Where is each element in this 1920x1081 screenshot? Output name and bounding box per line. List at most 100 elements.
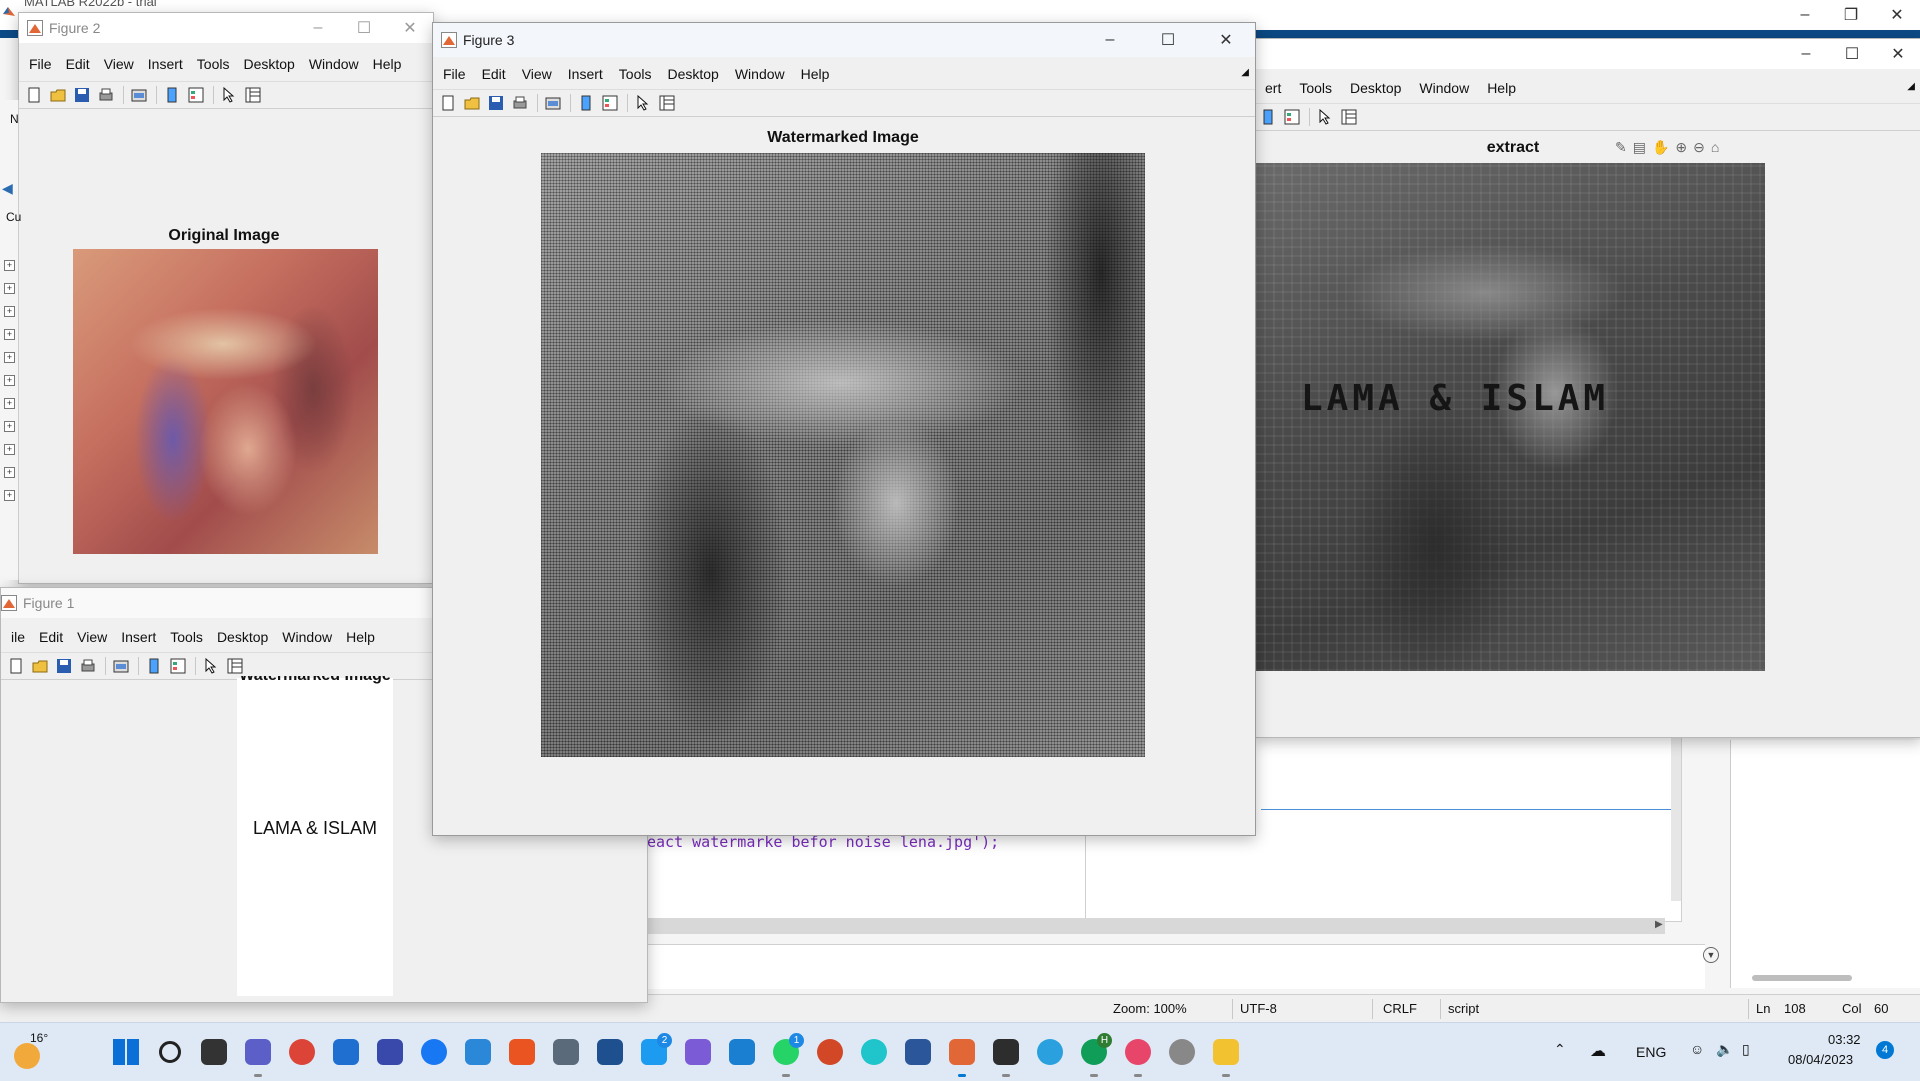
edit-pointer-icon[interactable] — [220, 86, 238, 104]
menu-item-edit[interactable]: Edit — [66, 56, 90, 72]
weather-widget[interactable]: 16° — [10, 1031, 54, 1071]
taskbar-matlab-web-icon[interactable] — [368, 1033, 412, 1071]
taskbar-terminal-icon[interactable] — [984, 1033, 1028, 1077]
close-icon[interactable]: ✕ — [1875, 39, 1920, 69]
taskbar-vscode-icon[interactable] — [720, 1033, 764, 1071]
menu-item-ert[interactable]: ert — [1265, 80, 1281, 96]
menu-item-tools[interactable]: Tools — [197, 56, 230, 72]
tree-expand-icon[interactable]: + — [4, 306, 15, 317]
menu-item-help[interactable]: Help — [373, 56, 402, 72]
menu-item-window[interactable]: Window — [735, 66, 785, 82]
edit-pointer-icon[interactable] — [634, 94, 652, 112]
legend-icon[interactable] — [169, 657, 187, 675]
zoom-out-icon[interactable]: ⊖ — [1693, 139, 1705, 156]
volume-icon[interactable]: 🔈 — [1716, 1041, 1733, 1058]
taskbar-task-view-icon[interactable] — [192, 1033, 236, 1071]
pan-hand-icon[interactable]: ✋ — [1652, 139, 1669, 156]
menu-item-view[interactable]: View — [104, 56, 134, 72]
minimize-icon[interactable]: – — [1081, 23, 1139, 57]
new-figure-icon[interactable] — [7, 657, 25, 675]
taskbar-word-icon[interactable] — [896, 1033, 940, 1071]
colorbar-icon[interactable] — [163, 86, 181, 104]
property-inspector-icon[interactable] — [226, 657, 244, 675]
menu-item-help[interactable]: Help — [1487, 80, 1516, 96]
tree-expand-icon[interactable]: + — [4, 490, 15, 501]
print-icon[interactable] — [511, 94, 529, 112]
save-icon[interactable] — [73, 86, 91, 104]
maximize-icon[interactable]: ☐ — [1139, 23, 1197, 57]
taskbar-file-explorer-icon[interactable] — [1204, 1033, 1248, 1077]
wifi-icon[interactable]: ☺ — [1690, 1041, 1704, 1057]
brush-icon[interactable]: ✎ — [1615, 139, 1627, 156]
tree-expand-icon[interactable]: + — [4, 283, 15, 294]
minimize-icon[interactable]: – — [1782, 0, 1828, 30]
taskbar-chrome-icon[interactable] — [280, 1033, 324, 1071]
tree-expand-icon[interactable]: + — [4, 467, 15, 478]
menu-item-insert[interactable]: Insert — [121, 629, 156, 645]
save-icon[interactable] — [487, 94, 505, 112]
legend-icon[interactable] — [187, 86, 205, 104]
minimize-icon[interactable]: – — [1783, 39, 1829, 69]
taskbar-chrome-profile-icon[interactable]: H — [1072, 1033, 1116, 1077]
command-window[interactable] — [645, 944, 1705, 989]
language-indicator[interactable]: ENG — [1636, 1044, 1666, 1060]
taskbar-bubbles-icon[interactable] — [1160, 1033, 1204, 1071]
taskbar-ubuntu-icon[interactable] — [500, 1033, 544, 1071]
taskbar-canva-icon[interactable] — [852, 1033, 896, 1071]
maximize-icon[interactable]: ☐ — [1829, 39, 1875, 69]
close-icon[interactable]: ✕ — [387, 13, 433, 43]
legend-icon[interactable] — [601, 94, 619, 112]
menu-item-window[interactable]: Window — [1419, 80, 1469, 96]
taskbar-store-icon[interactable] — [324, 1033, 368, 1071]
new-figure-icon[interactable] — [25, 86, 43, 104]
link-plot-icon[interactable] — [112, 657, 130, 675]
menu-item-file[interactable]: File — [443, 66, 466, 82]
tree-expand-icon[interactable]: + — [4, 260, 15, 271]
taskbar-telegram-icon[interactable] — [1028, 1033, 1072, 1071]
close-icon[interactable]: ✕ — [1197, 23, 1255, 57]
onedrive-icon[interactable]: ☁ — [1590, 1041, 1606, 1061]
menu-item-help[interactable]: Help — [346, 629, 375, 645]
workspace-scrollbar[interactable] — [1752, 975, 1852, 981]
menu-item-tools[interactable]: Tools — [1299, 80, 1332, 96]
menu-item-tools[interactable]: Tools — [619, 66, 652, 82]
menu-item-window[interactable]: Window — [309, 56, 359, 72]
taskbar-game-icon[interactable] — [1116, 1033, 1160, 1077]
tree-expand-icon[interactable]: + — [4, 444, 15, 455]
menu-item-ile[interactable]: ile — [11, 629, 25, 645]
zoom-in-icon[interactable]: ⊕ — [1675, 139, 1687, 156]
restore-icon[interactable]: ❐ — [1828, 0, 1874, 30]
menu-item-edit[interactable]: Edit — [482, 66, 506, 82]
taskbar-matlab-icon[interactable] — [940, 1033, 984, 1077]
taskbar-visual-studio-icon[interactable] — [676, 1033, 720, 1071]
link-plot-icon[interactable] — [544, 94, 562, 112]
maximize-icon[interactable]: ☐ — [341, 13, 387, 43]
taskbar-cube-icon[interactable] — [544, 1033, 588, 1071]
menu-item-help[interactable]: Help — [801, 66, 830, 82]
battery-icon[interactable]: ▯ — [1742, 1041, 1750, 1058]
tree-expand-icon[interactable]: + — [4, 329, 15, 340]
menu-item-desktop[interactable]: Desktop — [217, 629, 268, 645]
scroll-right-icon[interactable]: ▶ — [1655, 919, 1663, 930]
menu-item-desktop[interactable]: Desktop — [1350, 80, 1401, 96]
menubar-overflow-icon[interactable]: ◢ — [1241, 67, 1249, 78]
taskbar-whatsapp-icon[interactable]: 1 — [764, 1033, 808, 1077]
horizontal-scrollbar[interactable] — [645, 918, 1665, 934]
open-folder-icon[interactable] — [49, 86, 67, 104]
print-icon[interactable] — [79, 657, 97, 675]
home-icon[interactable]: ⌂ — [1711, 139, 1719, 156]
edit-pointer-icon[interactable] — [202, 657, 220, 675]
taskbar-powerpoint-icon[interactable] — [808, 1033, 852, 1071]
menu-item-window[interactable]: Window — [282, 629, 332, 645]
chevron-up-icon[interactable]: ⌃ — [1554, 1041, 1566, 1058]
menu-item-desktop[interactable]: Desktop — [243, 56, 294, 72]
menu-item-insert[interactable]: Insert — [148, 56, 183, 72]
clock-date[interactable]: 08/04/2023 — [1788, 1052, 1853, 1067]
property-inspector-icon[interactable] — [658, 94, 676, 112]
back-arrow-icon[interactable]: ◀ — [2, 180, 13, 197]
colorbar-icon[interactable] — [577, 94, 595, 112]
menu-item-file[interactable]: File — [29, 56, 52, 72]
notification-badge[interactable]: 4 — [1876, 1041, 1894, 1059]
legend-icon[interactable] — [1283, 108, 1301, 126]
clock-time[interactable]: 03:32 — [1828, 1032, 1861, 1047]
